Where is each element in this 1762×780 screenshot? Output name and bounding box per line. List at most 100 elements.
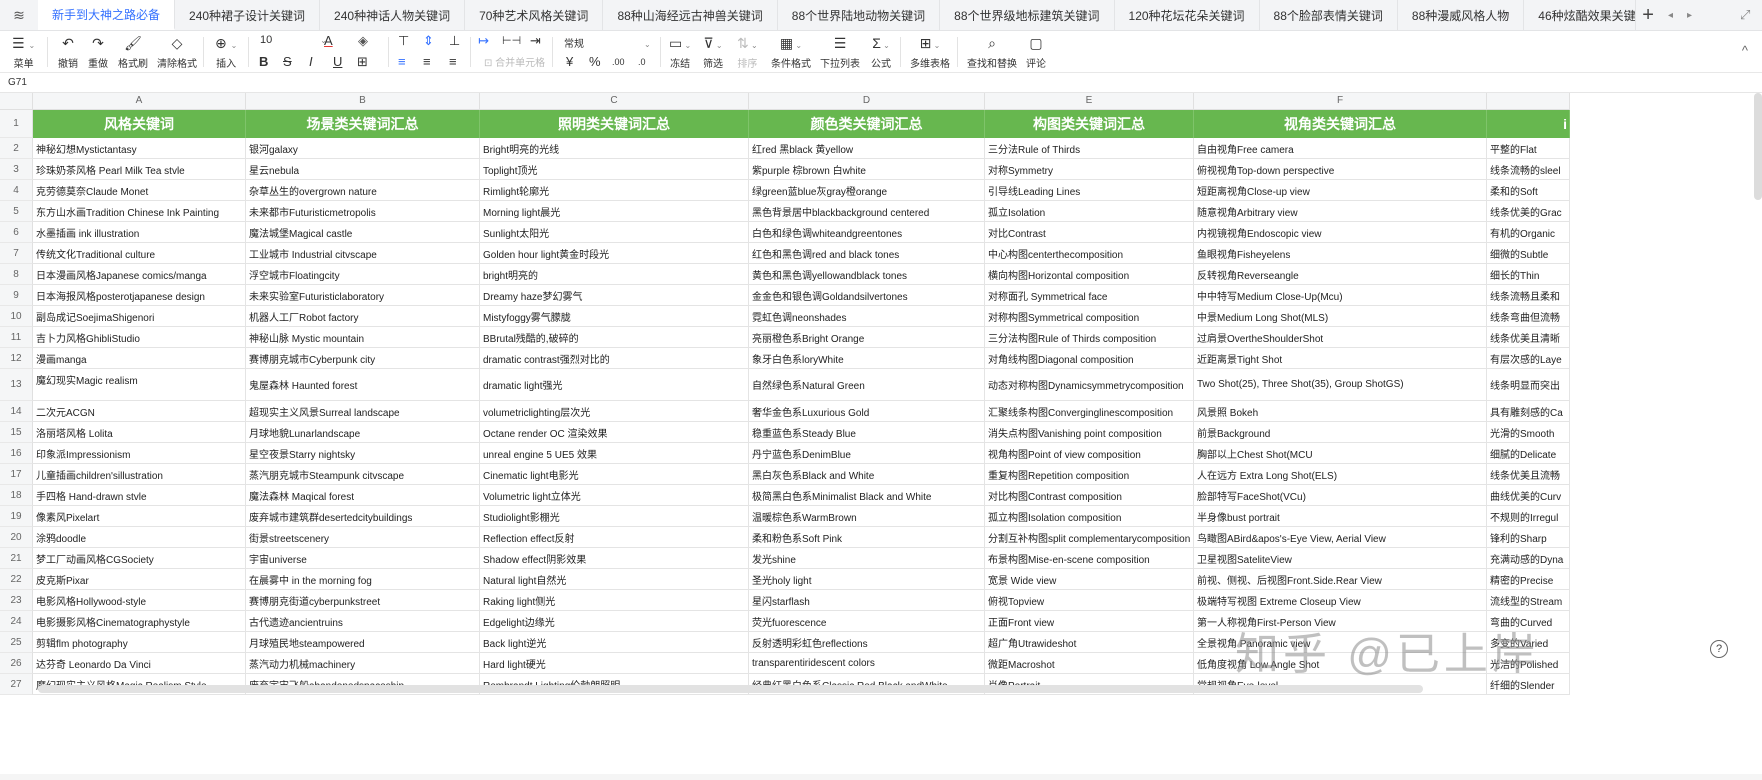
table-cell[interactable]: 稳重蓝色系Steady Blue — [749, 422, 985, 443]
table-cell[interactable]: 副岛成记SoejimaShigenori — [33, 306, 246, 327]
sheet-tab[interactable]: 240种裙子设计关键词 — [175, 0, 321, 30]
row-header[interactable]: 3 — [0, 159, 33, 180]
table-cell[interactable]: Mistyfoggy雾气朦胧 — [480, 306, 749, 327]
table-cell[interactable]: 低角度视角 Low Angle Shot — [1194, 653, 1487, 674]
table-cell[interactable]: 视角构图Point of view composition — [985, 443, 1194, 464]
table-cell[interactable]: 未来实验室Futuristiclaboratory — [246, 285, 480, 306]
fill-color-button[interactable]: ◈ — [358, 32, 368, 50]
table-cell[interactable]: 中中特写Medium Close-Up(Mcu) — [1194, 285, 1487, 306]
table-cell[interactable]: 在晨雾中 in the morning fog — [246, 569, 480, 590]
table-cell[interactable]: 中心构图centerthecomposition — [985, 243, 1194, 264]
table-cell[interactable]: 过肩景OvertheShoulderShot — [1194, 327, 1487, 348]
table-cell[interactable]: 对角线构图Diagonal composition — [985, 348, 1194, 369]
font-color-button[interactable]: A — [324, 32, 333, 50]
table-cell[interactable]: 古代遗迹ancientruins — [246, 611, 480, 632]
sort-button[interactable]: ⇅ ⌄ 排序 — [737, 34, 758, 70]
table-cell[interactable]: 赛博朋克街道cyberpunkstreet — [246, 590, 480, 611]
table-cell[interactable]: 线条流畅且柔和 — [1487, 285, 1570, 306]
table-cell[interactable]: 儿童插画children'sillustration — [33, 464, 246, 485]
table-cell[interactable]: 平整的Flat — [1487, 138, 1570, 159]
table-cell[interactable]: 半身像bust portrait — [1194, 506, 1487, 527]
header-cell[interactable]: 颜色类关键词汇总 — [749, 110, 985, 138]
table-cell[interactable]: 印象派Impressionism — [33, 443, 246, 464]
sheet-tab[interactable]: 70种艺术风格关键词 — [465, 0, 604, 30]
row-header[interactable]: 4 — [0, 180, 33, 201]
column-header[interactable]: D — [749, 93, 985, 110]
redo-button[interactable]: ↷ 重做 — [88, 34, 108, 70]
table-cell[interactable]: 引导线Leading Lines — [985, 180, 1194, 201]
add-sheet-button[interactable]: + — [1642, 4, 1654, 27]
row-header[interactable]: 21 — [0, 548, 33, 569]
underline-button[interactable]: U — [333, 53, 342, 71]
percent-button[interactable]: % — [589, 53, 601, 71]
menu-button[interactable]: ☰ ⌄ 菜单 — [12, 34, 35, 70]
table-cell[interactable]: 绿green蓝blue灰gray橙orange — [749, 180, 985, 201]
row-header[interactable]: 9 — [0, 285, 33, 306]
scroll-tabs-right-icon[interactable]: ▸ — [1687, 10, 1692, 21]
table-cell[interactable]: 超现实主义风景Surreal landscape — [246, 401, 480, 422]
row-header[interactable]: 23 — [0, 590, 33, 611]
table-cell[interactable]: 线条优美且清晰 — [1487, 327, 1570, 348]
table-cell[interactable]: 极端特写视图 Extreme Closeup View — [1194, 590, 1487, 611]
table-cell[interactable]: 神秘幻想Mystictantasy — [33, 138, 246, 159]
table-cell[interactable]: Raking light侧光 — [480, 590, 749, 611]
table-cell[interactable]: 传统文化Traditional culture — [33, 243, 246, 264]
table-cell[interactable]: 柔和粉色系Soft Pink — [749, 527, 985, 548]
help-icon[interactable]: ? — [1710, 640, 1728, 658]
table-cell[interactable]: transparentiridescent colors — [749, 653, 985, 674]
sheet-tab[interactable]: 46种炫酷效果关键词 — [1524, 0, 1637, 30]
row-header[interactable]: 15 — [0, 422, 33, 443]
table-cell[interactable]: 荧光fuorescence — [749, 611, 985, 632]
table-cell[interactable]: 柔和的Soft — [1487, 180, 1570, 201]
table-cell[interactable]: 梦工厂动画风格CGSociety — [33, 548, 246, 569]
header-cell[interactable]: 构图类关键词汇总 — [985, 110, 1194, 138]
row-header[interactable]: 5 — [0, 201, 33, 222]
table-cell[interactable]: 有层次感的Laye — [1487, 348, 1570, 369]
table-cell[interactable]: 极简黑白色系Minimalist Black and White — [749, 485, 985, 506]
row-header[interactable]: 14 — [0, 401, 33, 422]
fullscreen-icon[interactable]: ⤢ — [1740, 7, 1750, 23]
table-cell[interactable]: 汇聚线条构图Converginglinescomposition — [985, 401, 1194, 422]
table-cell[interactable]: 正面Front view — [985, 611, 1194, 632]
header-cell[interactable]: i — [1487, 110, 1570, 138]
bold-button[interactable]: B — [259, 53, 268, 71]
row-header[interactable]: 8 — [0, 264, 33, 285]
horizontal-scrollbar[interactable] — [38, 685, 1423, 693]
currency-button[interactable]: ¥ — [566, 53, 573, 71]
table-cell[interactable]: 水墨插画 ink illustration — [33, 222, 246, 243]
table-cell[interactable]: 星云nebula — [246, 159, 480, 180]
table-cell[interactable]: 达芬奇 Leonardo Da Vinci — [33, 653, 246, 674]
table-cell[interactable]: 温暖棕色系WarmBrown — [749, 506, 985, 527]
table-cell[interactable]: Sunlight太阳光 — [480, 222, 749, 243]
table-cell[interactable]: 剪辑flm photography — [33, 632, 246, 653]
table-cell[interactable]: 红red 黑black 黄yellow — [749, 138, 985, 159]
table-cell[interactable]: 珍珠奶茶风格 Pearl Milk Tea stvle — [33, 159, 246, 180]
merge-cells-button[interactable]: ⊡ 合并单元格 — [484, 55, 545, 73]
border-button[interactable]: ⊞ — [357, 53, 368, 71]
table-cell[interactable]: 发光shine — [749, 548, 985, 569]
table-cell[interactable]: 线条优美且流畅 — [1487, 464, 1570, 485]
header-cell[interactable]: 风格关键词 — [33, 110, 246, 138]
table-cell[interactable]: 胸部以上Chest Shot(MCU — [1194, 443, 1487, 464]
table-cell[interactable]: 黑白灰色系Black and White — [749, 464, 985, 485]
table-cell[interactable]: 前景Background — [1194, 422, 1487, 443]
table-cell[interactable]: 分割互补构图split complementarycomposition — [985, 527, 1194, 548]
find-replace-button[interactable]: ⌕ 查找和替换 — [967, 34, 1017, 70]
italic-button[interactable]: I — [309, 53, 313, 71]
sheet-tab[interactable]: 新手到大神之路必备 — [38, 0, 176, 30]
table-cell[interactable]: 俯视视角Top-down perspective — [1194, 159, 1487, 180]
row-header[interactable]: 6 — [0, 222, 33, 243]
table-cell[interactable]: 废弃城市建筑群desertedcitybuildings — [246, 506, 480, 527]
table-cell[interactable]: Morning light晨光 — [480, 201, 749, 222]
table-cell[interactable]: Back light逆光 — [480, 632, 749, 653]
table-cell[interactable]: 星闪starflash — [749, 590, 985, 611]
table-cell[interactable]: 近距离景Tight Shot — [1194, 348, 1487, 369]
row-header[interactable]: 20 — [0, 527, 33, 548]
vertical-scrollbar[interactable] — [1754, 93, 1762, 200]
table-cell[interactable]: 魔法城堡Magical castle — [246, 222, 480, 243]
row-header[interactable]: 13 — [0, 369, 33, 401]
table-cell[interactable]: 手四格 Hand-drawn stvle — [33, 485, 246, 506]
row-header[interactable]: 2 — [0, 138, 33, 159]
table-cell[interactable]: 有机的Organic — [1487, 222, 1570, 243]
table-cell[interactable]: Edgelight边缘光 — [480, 611, 749, 632]
